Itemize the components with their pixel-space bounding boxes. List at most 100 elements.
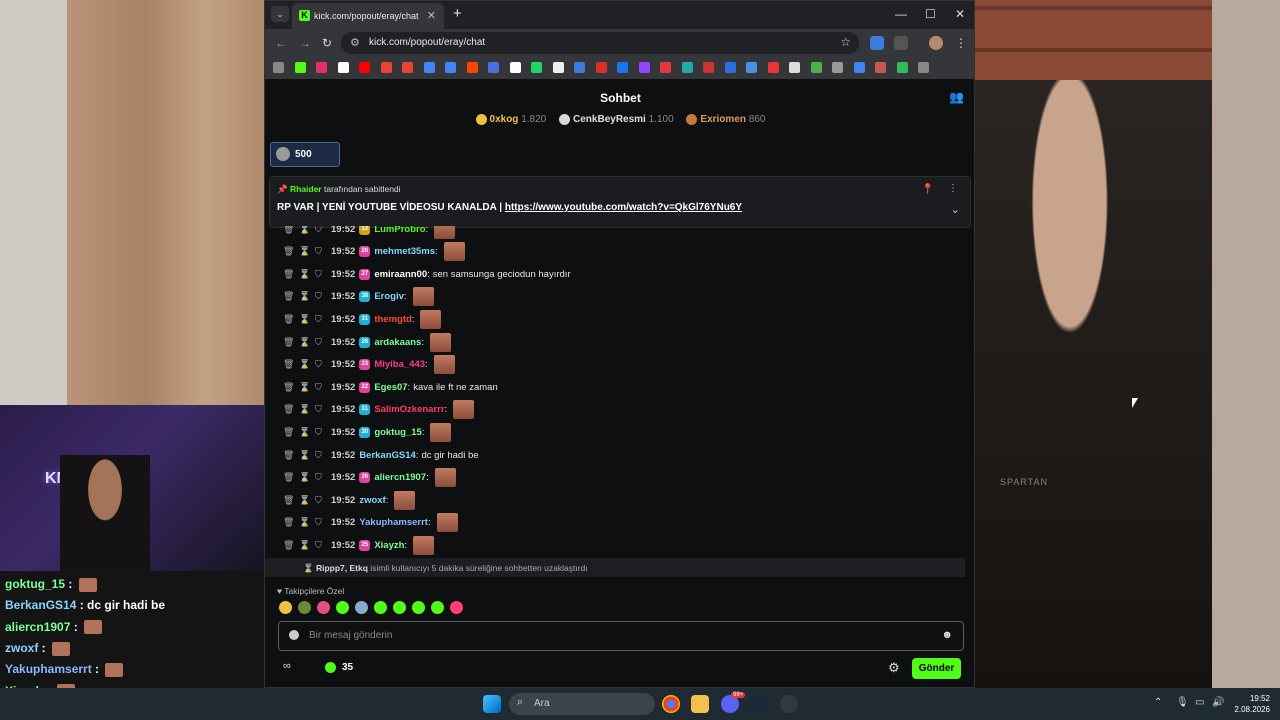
bookmark-icon[interactable]	[359, 62, 370, 73]
close-window-button[interactable]: ✕	[955, 7, 965, 21]
quick-emote[interactable]	[279, 601, 292, 614]
leader-1[interactable]: 0xkog 1.820	[475, 114, 546, 125]
message-username[interactable]: Eges07	[374, 382, 407, 393]
timeout-icon[interactable]: ⌛	[299, 472, 315, 483]
delete-icon[interactable]: 🗑	[283, 450, 299, 461]
timeout-icon[interactable]: ⌛	[299, 495, 315, 506]
delete-icon[interactable]: 🗑	[283, 427, 299, 438]
maximize-button[interactable]: ☐	[925, 7, 936, 21]
message-username[interactable]: Erogiv	[374, 291, 404, 302]
leader-2[interactable]: CenkBeyResmi 1.100	[559, 114, 674, 125]
quick-emote[interactable]	[393, 601, 406, 614]
gift-card[interactable]: 500	[270, 142, 340, 167]
bookmark-icon[interactable]	[617, 62, 628, 73]
quick-emote[interactable]	[317, 601, 330, 614]
bookmark-icon[interactable]	[402, 62, 413, 73]
quick-emote[interactable]	[298, 601, 311, 614]
tab-kick-chat[interactable]: K kick.com/popout/eray/chat ✕	[292, 3, 444, 29]
timeout-icon[interactable]: ⌛	[299, 314, 315, 325]
chrome-icon[interactable]	[662, 695, 680, 713]
bookmark-icon[interactable]	[423, 62, 435, 73]
message-username[interactable]: mehmet35ms	[374, 246, 435, 257]
bookmark-icon[interactable]	[703, 62, 714, 73]
ban-icon[interactable]: ⛉	[315, 291, 331, 302]
volume-icon[interactable]: 🔊	[1212, 697, 1224, 708]
file-explorer-icon[interactable]	[691, 695, 709, 713]
pinner-name[interactable]: Rhaider	[290, 184, 322, 194]
bookmark-icon[interactable]	[789, 62, 800, 73]
pin-icon[interactable]: 📍	[922, 184, 934, 195]
pinned-link[interactable]: https://www.youtube.com/watch?v=QkGl76YN…	[505, 202, 742, 213]
bookmark-star-icon[interactable]: ☆	[840, 35, 851, 49]
bookmark-icon[interactable]	[810, 62, 822, 73]
microphone-icon[interactable]: 🎙	[1176, 697, 1189, 708]
timeout-icon[interactable]: ⌛	[299, 517, 315, 528]
bookmark-icon[interactable]	[767, 62, 779, 73]
bookmark-icon[interactable]	[595, 62, 607, 73]
bookmark-icon[interactable]	[445, 62, 456, 73]
timeout-icon[interactable]: ⌛	[299, 450, 315, 461]
bookmark-icon[interactable]	[896, 62, 908, 73]
timeout-icon[interactable]: ⌛	[299, 382, 315, 393]
delete-icon[interactable]: 🗑	[283, 246, 299, 257]
bookmark-icon[interactable]	[380, 62, 392, 73]
message-username[interactable]: Yakuphamserrt	[359, 517, 428, 528]
ban-icon[interactable]: ⛉	[315, 427, 331, 438]
app-icon[interactable]	[780, 695, 798, 713]
timeout-icon[interactable]: ⌛	[299, 337, 315, 348]
quick-emote[interactable]	[450, 601, 463, 614]
tray-chevron-icon[interactable]: ⌃	[1154, 697, 1162, 708]
bookmark-icon[interactable]	[488, 62, 499, 73]
timeout-icon[interactable]: ⌛	[299, 540, 315, 551]
back-icon[interactable]: ←	[275, 36, 287, 50]
bookmark-icon[interactable]	[660, 62, 671, 73]
address-bar[interactable]: ⚙ kick.com/popout/eray/chat ☆	[341, 32, 859, 54]
delete-icon[interactable]: 🗑	[283, 472, 299, 483]
forward-icon[interactable]: →	[299, 36, 311, 50]
send-button[interactable]: Gönder	[912, 658, 961, 679]
bookmark-icon[interactable]	[337, 62, 349, 73]
ban-icon[interactable]: ⛉	[315, 359, 331, 370]
delete-icon[interactable]: 🗑	[283, 359, 299, 370]
timeout-icon[interactable]: ⌛	[299, 246, 315, 257]
steam-icon[interactable]	[750, 695, 768, 713]
quick-emote[interactable]	[336, 601, 349, 614]
user-list-icon[interactable]: 👥	[949, 90, 964, 104]
delete-icon[interactable]: 🗑	[283, 495, 299, 506]
bookmark-icon[interactable]	[875, 62, 886, 73]
new-tab-button[interactable]: +	[453, 5, 462, 22]
pinned-menu-icon[interactable]: ⋮	[948, 183, 958, 194]
leader-3[interactable]: Exriomen 860	[686, 114, 765, 125]
ban-icon[interactable]: ⛉	[315, 495, 331, 506]
message-username[interactable]: goktug_15	[374, 427, 422, 438]
chat-identity-icon[interactable]	[289, 630, 299, 640]
tab-search-button[interactable]: ⌄	[271, 6, 289, 22]
start-windows-icon[interactable]	[483, 695, 501, 713]
taskbar-search[interactable]: ⌕ Ara	[509, 693, 655, 715]
timeout-icon[interactable]: ⌛	[299, 404, 315, 415]
timeout-icon[interactable]: ⌛	[299, 427, 315, 438]
ban-icon[interactable]: ⛉	[315, 517, 331, 528]
chevron-down-icon[interactable]: ⌄	[951, 203, 960, 216]
delete-icon[interactable]: 🗑	[283, 404, 299, 415]
profile-avatar[interactable]	[929, 36, 943, 50]
emoji-picker-icon[interactable]: ☻	[941, 629, 953, 641]
quick-emote[interactable]	[412, 601, 425, 614]
bookmark-icon[interactable]	[531, 62, 542, 73]
bookmark-icon[interactable]	[918, 62, 929, 73]
timeout-icon[interactable]: ⌛	[299, 269, 315, 280]
message-username[interactable]: LumProbro	[374, 226, 425, 235]
quick-emote[interactable]	[374, 601, 387, 614]
minimize-button[interactable]: —	[895, 7, 907, 21]
delete-icon[interactable]: 🗑	[283, 226, 299, 235]
message-username[interactable]: BerkanGS14	[359, 450, 416, 461]
quick-emote[interactable]	[355, 601, 368, 614]
site-info-icon[interactable]: ⚙	[350, 36, 360, 49]
message-username[interactable]: themgtd	[374, 314, 411, 325]
bookmark-icon[interactable]	[552, 62, 564, 73]
ban-icon[interactable]: ⛉	[315, 269, 331, 280]
ban-icon[interactable]: ⛉	[315, 337, 331, 348]
message-username[interactable]: emiraann00	[374, 269, 427, 280]
message-username[interactable]: ardakaans	[374, 337, 421, 348]
tab-close-icon[interactable]: ✕	[427, 9, 436, 22]
